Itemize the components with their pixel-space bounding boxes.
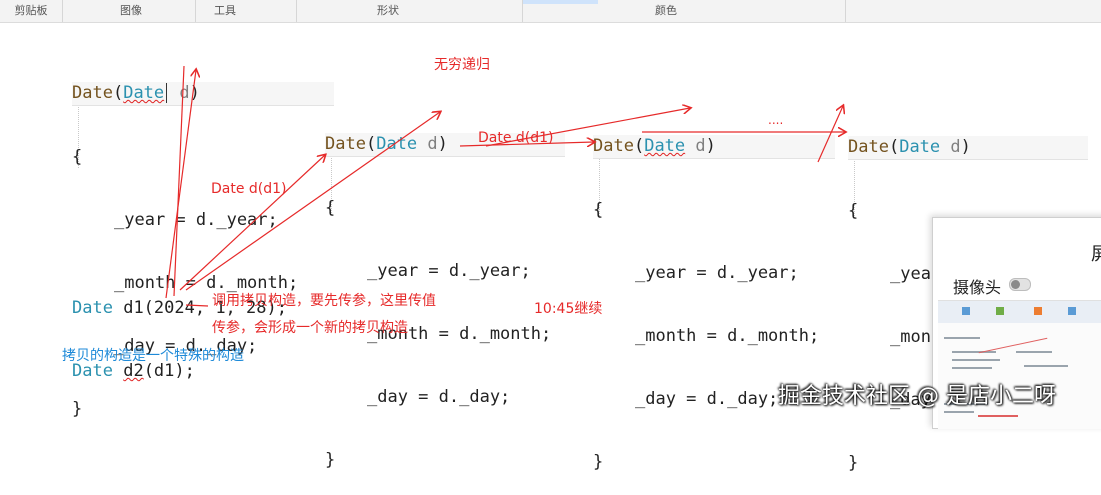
watermark: 掘金技术社区 @ 是店小二呀 (778, 384, 1056, 409)
arrow-to-ctor4-param (817, 106, 843, 163)
thumbnail-text-line (944, 337, 980, 339)
annotation-explain-2: 传参，会形成一个新的拷贝构造 (212, 320, 408, 336)
thumbnail-icon (962, 307, 970, 315)
thumbnail-icon (996, 307, 1004, 315)
annotation-infinite-recursion: 无穷递归 (434, 57, 490, 73)
arrow-to-ctor2-body (179, 155, 325, 291)
thumbnail-text-line (952, 351, 996, 353)
arrow-to-ctor2-param (185, 112, 440, 291)
camera-label: 摄像头 (953, 278, 1002, 297)
annotation-explain-1: 调用拷贝构造，要先传参，这里传值 (212, 293, 436, 309)
thumbnail-icon (1034, 307, 1042, 315)
thumbnail-icon (1068, 307, 1076, 315)
thumbnail-text-line (952, 367, 992, 369)
close-brace: } (593, 452, 604, 472)
annotation-time: 10:45继续 (534, 301, 603, 317)
annotation-summary: 拷贝的构造是一个特殊的构造 (62, 348, 244, 364)
toggle-knob (1011, 280, 1020, 289)
annotation-dots: .... (768, 113, 784, 127)
close-brace: } (325, 450, 336, 470)
thumbnail-text-line (944, 411, 974, 413)
thumbnail-text-line (952, 359, 1000, 361)
thumbnail-red-note (978, 415, 1018, 417)
line-to-explain (185, 304, 209, 307)
annotation-call-2: Date d(d1) (478, 130, 554, 146)
panel-title: 屏 (1091, 244, 1101, 265)
annotation-call-1: Date d(d1) (211, 181, 287, 197)
arrow-d2-to-ctor1 (165, 70, 196, 299)
thumbnail-text-line (1016, 351, 1052, 353)
line-d2-up (173, 65, 185, 297)
camera-toggle[interactable] (1009, 278, 1031, 291)
thumbnail-text-line (1024, 365, 1068, 367)
close-brace: } (848, 453, 859, 473)
